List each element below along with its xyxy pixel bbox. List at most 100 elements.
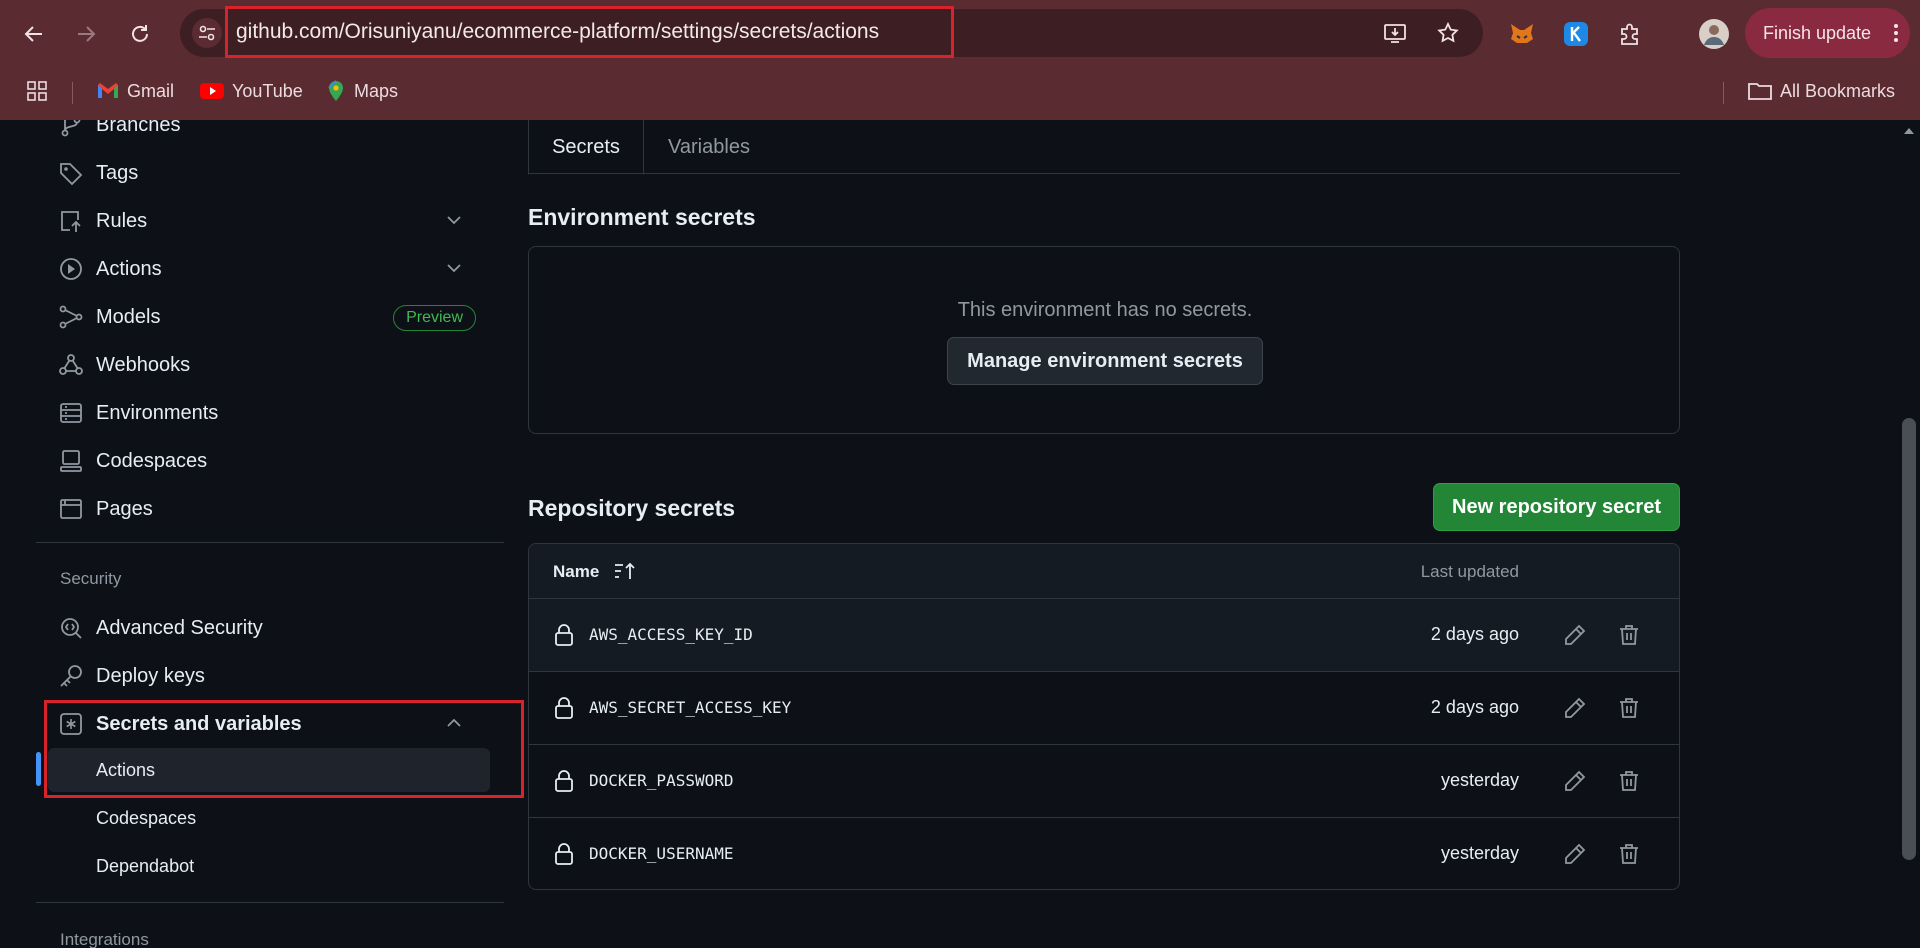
sidebar-item-tags[interactable]: Tags [58,152,490,194]
extensions-button[interactable] [1612,14,1648,54]
sidebar-divider [36,542,504,543]
sidebar-item-webhooks[interactable]: Webhooks [58,344,490,386]
sidebar-item-rules[interactable]: Rules [58,200,490,242]
secret-updated: 2 days ago [1430,624,1519,644]
metamask-extension[interactable] [1504,14,1540,54]
finish-update-label: Finish update [1763,22,1872,43]
sidebar-item-actions[interactable]: Actions [58,248,490,290]
sidebar-subitem-actions[interactable]: Actions [48,748,490,792]
column-header-last-updated: Last updated [1420,562,1519,581]
sidebar-item-environments[interactable]: Environments [58,392,490,434]
trash-icon[interactable] [1617,696,1641,720]
reload-icon [129,23,151,45]
forward-button[interactable] [66,14,106,54]
table-row: DOCKER_PASSWORD yesterday [529,745,1679,818]
secret-updated: 2 days ago [1430,697,1519,717]
fox-icon [1508,20,1536,48]
manage-environment-secrets-button[interactable]: Manage environment secrets [947,337,1263,385]
table-row: AWS_SECRET_ACCESS_KEY 2 days ago [529,672,1679,745]
tab-secrets[interactable]: Secrets [528,120,644,175]
youtube-icon [200,82,224,100]
site-info-button[interactable] [192,18,222,48]
sidebar-item-label: Branches [96,120,181,136]
sort-asc-icon[interactable] [613,560,639,582]
trash-icon[interactable] [1617,842,1641,866]
k-logo-icon [1563,21,1589,47]
browser-icon [58,496,84,522]
scrollbar-thumb[interactable] [1902,418,1916,860]
bookmarks-separator [1723,82,1724,104]
sidebar-heading-integrations: Integrations [60,930,149,948]
bookmark-maps[interactable]: Maps [326,78,398,104]
install-app-icon[interactable] [1383,21,1407,45]
bookmark-youtube[interactable]: YouTube [200,78,303,104]
empty-state-text: This environment has no secrets. [957,299,1253,321]
bookmark-label: Maps [354,80,399,101]
sidebar-item-branches[interactable]: Branches [58,120,490,146]
tab-variables[interactable]: Variables [644,120,774,175]
chevron-down-icon[interactable] [444,258,464,278]
pencil-icon[interactable] [1563,696,1587,720]
environment-secrets-title: Environment secrets [528,204,756,230]
webhook-icon [58,352,84,378]
pencil-icon[interactable] [1563,769,1587,793]
star-icon[interactable] [1436,21,1460,45]
sidebar-item-label: Deploy keys [96,664,205,687]
finish-update-button[interactable]: Finish update [1745,8,1910,58]
bookmarks-separator [72,82,73,104]
sidebar-subitem-codespaces[interactable]: Codespaces [48,796,490,840]
active-indicator [36,752,41,786]
trash-icon[interactable] [1617,623,1641,647]
new-repository-secret-button[interactable]: New repository secret [1433,483,1680,531]
sidebar-divider [36,902,504,903]
all-bookmarks-label: All Bookmarks [1780,80,1896,101]
key-icon [58,663,84,689]
branch-icon [58,120,84,138]
back-button[interactable] [14,14,54,54]
sidebar-item-label: Codespaces [96,449,208,472]
address-bar[interactable]: github.com/Orisuniyanu/ecommerce-platfor… [180,6,1483,58]
profile-button[interactable] [1694,14,1734,54]
scroll-up-arrow-icon[interactable] [1902,124,1916,138]
table-row: AWS_ACCESS_KEY_ID 2 days ago [529,599,1679,672]
lock-icon [553,623,575,647]
tag-icon [58,160,84,186]
rules-icon [58,208,84,234]
reload-button[interactable] [120,14,160,54]
gmail-icon [97,82,119,100]
sidebar-item-label: Advanced Security [96,616,263,639]
tune-icon [197,23,217,43]
apps-grid-icon[interactable] [26,78,48,104]
column-header-name[interactable]: Name [553,562,599,582]
arrow-left-icon [23,23,45,45]
sidebar-item-deploy-keys[interactable]: Deploy keys [58,655,490,697]
chevron-down-icon[interactable] [444,210,464,230]
bookmark-gmail[interactable]: Gmail [97,78,174,104]
sidebar-item-advanced-security[interactable]: Advanced Security [58,607,490,649]
sidebar-subitem-dependabot[interactable]: Dependabot [48,844,490,888]
secret-updated: yesterday [1440,843,1519,863]
sidebar-item-label: Models [96,305,161,328]
sidebar-item-label: Actions [96,257,162,280]
pencil-icon[interactable] [1563,623,1587,647]
sidebar-item-label: Pages [96,497,153,520]
sidebar-item-models[interactable]: Models Preview [58,296,490,338]
secrets-tabs: Secrets Variables [528,120,1680,175]
k-extension[interactable] [1558,14,1594,54]
pencil-icon[interactable] [1563,842,1587,866]
sidebar-item-pages[interactable]: Pages [58,488,490,530]
chevron-up-icon[interactable] [444,713,464,733]
all-bookmarks-button[interactable]: All Bookmarks [1748,78,1895,104]
sidebar-item-secrets-and-variables[interactable]: Secrets and variables [58,703,490,745]
bookmark-label: YouTube [232,80,303,101]
secret-name: DOCKER_PASSWORD [589,771,734,790]
maps-icon [326,80,346,102]
secret-name: AWS_SECRET_ACCESS_KEY [589,698,792,717]
url-field[interactable]: github.com/Orisuniyanu/ecommerce-platfor… [225,6,954,58]
lock-icon [553,842,575,866]
trash-icon[interactable] [1617,769,1641,793]
sidebar-item-codespaces[interactable]: Codespaces [58,440,490,482]
bookmarks-bar: Gmail YouTube Maps All Bookmarks [0,72,1920,110]
table-row: DOCKER_USERNAME yesterday [529,818,1679,889]
avatar-icon [1698,18,1730,50]
